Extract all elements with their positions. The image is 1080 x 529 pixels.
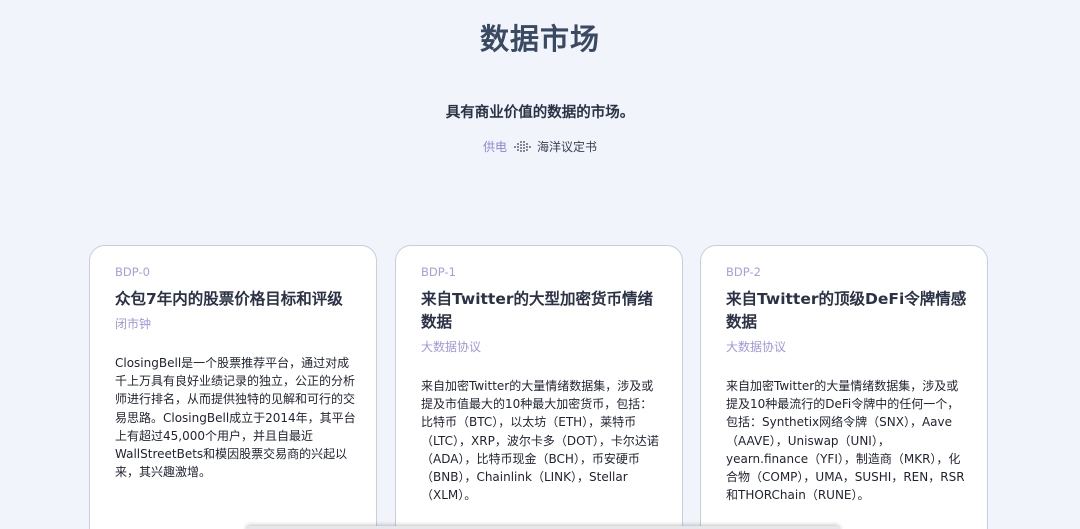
page-subtitle: 具有商业价值的数据的市场。: [445, 105, 635, 121]
card-title: 来自Twitter的顶级DeFi令牌情感数据: [726, 290, 967, 331]
card-code: BDP-2: [726, 265, 761, 279]
card-title: 来自Twitter的大型加密货币情绪数据: [421, 290, 653, 331]
dataset-card[interactable]: BDP-0 众包7年内的股票价格目标和评级 闭市钟 ClosingBell是一个…: [89, 245, 377, 529]
card-description: 来自加密Twitter的大量情绪数据集，涉及或提及市值最大的10种最大加密货币，…: [421, 379, 659, 503]
powered-by-label: 供电: [482, 140, 507, 154]
ocean-protocol-logo-icon: [513, 140, 531, 154]
page-title: 数据市场: [479, 22, 600, 56]
card-publisher: 大数据协议: [726, 340, 787, 354]
card-title: 众包7年内的股票价格目标和评级: [115, 290, 343, 308]
card-description: ClosingBell是一个股票推荐平台，通过对成千上万具有良好业绩记录的独立，…: [115, 356, 356, 480]
powered-by[interactable]: 供电 海洋议定书: [0, 138, 1080, 155]
card-publisher: 闭市钟: [115, 317, 152, 331]
card-code: BDP-1: [421, 265, 456, 279]
card-code: BDP-0: [115, 265, 150, 279]
dataset-card[interactable]: BDP-2 来自Twitter的顶级DeFi令牌情感数据 大数据协议 来自加密T…: [700, 245, 988, 529]
dataset-card[interactable]: BDP-1 来自Twitter的大型加密货币情绪数据 大数据协议 来自加密Twi…: [395, 245, 683, 529]
card-publisher: 大数据协议: [421, 340, 482, 354]
dataset-card-list: BDP-0 众包7年内的股票价格目标和评级 闭市钟 ClosingBell是一个…: [89, 245, 989, 529]
powered-by-brand: 海洋议定书: [537, 140, 598, 154]
card-description: 来自加密Twitter的大量情绪数据集，涉及或提及10种最流行的DeFi令牌中的…: [726, 379, 965, 503]
